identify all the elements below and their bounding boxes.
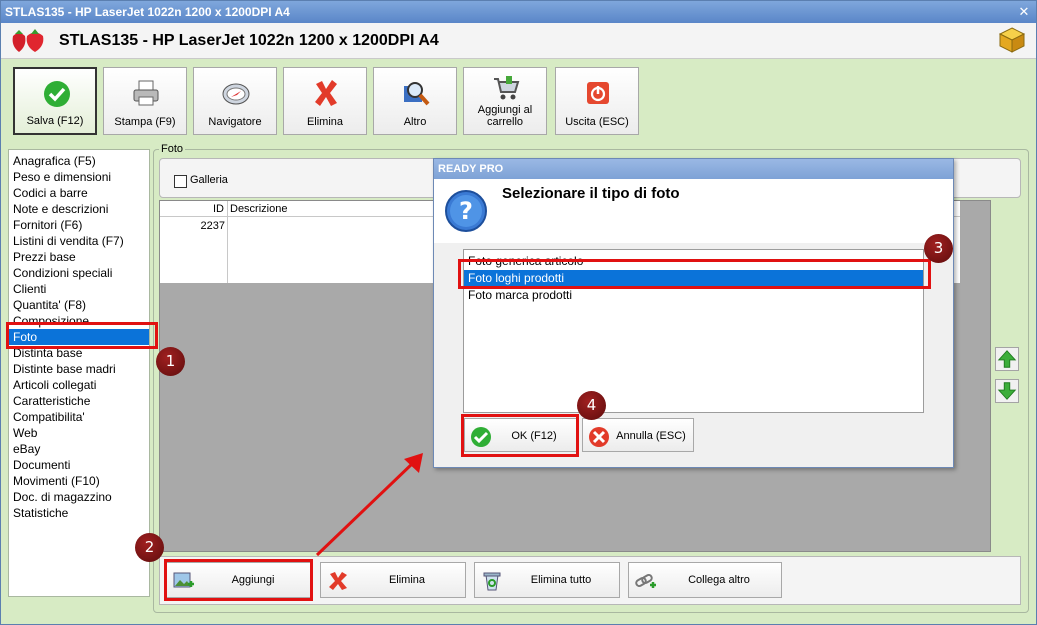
delete-all-label: Elimina tutto bbox=[530, 574, 592, 586]
question-icon: ? bbox=[445, 190, 487, 232]
bottom-toolbar: Aggiungi Elimina Elimina tutto Collega a… bbox=[159, 556, 1021, 605]
photo-type-list[interactable]: Foto generica articolo Foto loghi prodott… bbox=[463, 249, 924, 413]
sidebar-item[interactable]: Compatibilita' bbox=[9, 409, 149, 425]
sidebar-item[interactable]: Codici a barre bbox=[9, 185, 149, 201]
cancel-button[interactable]: Annulla (ESC) bbox=[582, 418, 694, 452]
image-add-icon bbox=[173, 572, 194, 588]
annotation-badge-3: 3 bbox=[924, 234, 953, 263]
red-x-icon bbox=[329, 572, 347, 590]
header: STLAS135 - HP LaserJet 1022n 1200 x 1200… bbox=[1, 23, 1036, 59]
sidebar-nav: Anagrafica (F5) Peso e dimensioni Codici a… bbox=[8, 149, 150, 597]
navigator-button[interactable]: Navigatore bbox=[193, 67, 277, 135]
list-item[interactable]: Foto marca prodotti bbox=[464, 287, 923, 304]
add-photo-label: Aggiungi bbox=[231, 574, 275, 586]
delete-photo-button[interactable]: Elimina bbox=[320, 562, 466, 598]
move-up-button[interactable] bbox=[995, 347, 1019, 371]
add-to-cart-label: Aggiungi al carrello bbox=[477, 104, 533, 128]
sidebar-item[interactable]: Foto bbox=[9, 329, 149, 345]
red-x-icon bbox=[315, 80, 337, 106]
recycle-bin-icon bbox=[483, 572, 501, 591]
delete-label: Elimina bbox=[306, 116, 344, 128]
sidebar-item[interactable]: eBay bbox=[9, 441, 149, 457]
galleria-label: Galleria bbox=[190, 174, 228, 186]
move-down-button[interactable] bbox=[995, 379, 1019, 403]
column-header-id[interactable]: ID bbox=[160, 201, 228, 283]
sidebar-item[interactable]: Caratteristiche bbox=[9, 393, 149, 409]
sidebar-item[interactable]: Anagrafica (F5) bbox=[9, 153, 149, 169]
arrow-up-icon bbox=[997, 350, 1017, 368]
list-item[interactable]: Foto loghi prodotti bbox=[464, 270, 923, 287]
sidebar-item[interactable]: Condizioni speciali bbox=[9, 265, 149, 281]
save-button[interactable]: Salva (F12) bbox=[13, 67, 97, 135]
cancel-icon bbox=[589, 427, 609, 447]
sidebar-item[interactable]: Web bbox=[9, 425, 149, 441]
ok-button[interactable]: OK (F12) bbox=[464, 418, 578, 452]
photo-type-dialog: READY PRO ? Selezionare il tipo di foto … bbox=[433, 158, 954, 468]
sidebar-item[interactable]: Distinte base madri bbox=[9, 361, 149, 377]
link-add-icon bbox=[635, 574, 656, 588]
delete-all-button[interactable]: Elimina tutto bbox=[474, 562, 620, 598]
sidebar-item[interactable]: Documenti bbox=[9, 457, 149, 473]
sidebar-item[interactable]: Statistiche bbox=[9, 505, 149, 521]
sidebar-item[interactable]: Prezzi base bbox=[9, 249, 149, 265]
annotation-badge-2: 2 bbox=[135, 533, 164, 562]
navigator-label: Navigatore bbox=[208, 116, 262, 128]
sidebar-item[interactable]: Composizione bbox=[9, 313, 149, 329]
sidebar-item[interactable]: Fornitori (F6) bbox=[9, 217, 149, 233]
cube-icon[interactable] bbox=[998, 26, 1026, 54]
link-other-button[interactable]: Collega altro bbox=[628, 562, 782, 598]
sidebar-item[interactable]: Quantita' (F8) bbox=[9, 297, 149, 313]
page-title: STLAS135 - HP LaserJet 1022n 1200 x 1200… bbox=[59, 32, 439, 49]
delete-button[interactable]: Elimina bbox=[283, 67, 367, 135]
sidebar-item[interactable]: Distinta base bbox=[9, 345, 149, 361]
annotation-badge-1: 1 bbox=[156, 347, 185, 376]
sidebar-item[interactable]: Articoli collegati bbox=[9, 377, 149, 393]
svg-text:?: ? bbox=[459, 197, 473, 225]
cart-icon bbox=[494, 76, 520, 100]
galleria-checkbox[interactable] bbox=[174, 175, 187, 188]
add-photo-button[interactable]: Aggiungi bbox=[166, 562, 312, 598]
column-header-description[interactable]: Descrizione bbox=[230, 201, 287, 217]
cell-id: 2237 bbox=[200, 220, 225, 232]
close-icon[interactable]: ✕ bbox=[1016, 4, 1032, 20]
exit-label: Uscita (ESC) bbox=[565, 116, 629, 128]
sidebar-item[interactable]: Clienti bbox=[9, 281, 149, 297]
dialog-message-area: ? Selezionare il tipo di foto bbox=[434, 179, 953, 243]
sidebar-item[interactable]: Listini di vendita (F7) bbox=[9, 233, 149, 249]
compass-icon bbox=[222, 83, 250, 105]
title-bar: STLAS135 - HP LaserJet 1022n 1200 x 1200… bbox=[1, 1, 1036, 23]
sidebar-item[interactable]: Movimenti (F10) bbox=[9, 473, 149, 489]
list-item[interactable]: Foto generica articolo bbox=[464, 253, 923, 270]
annotation-badge-4: 4 bbox=[577, 391, 606, 420]
sidebar-item[interactable]: Doc. di magazzino bbox=[9, 489, 149, 505]
save-label: Salva (F12) bbox=[26, 115, 84, 127]
print-label: Stampa (F9) bbox=[114, 116, 176, 128]
exit-button[interactable]: Uscita (ESC) bbox=[555, 67, 639, 135]
print-button[interactable]: Stampa (F9) bbox=[103, 67, 187, 135]
strawberry-logo-icon bbox=[12, 29, 44, 52]
printer-icon bbox=[133, 80, 159, 106]
cancel-label: Annulla (ESC) bbox=[616, 430, 686, 442]
power-icon bbox=[587, 82, 609, 104]
ok-label: OK (F12) bbox=[511, 430, 557, 442]
panel-legend: Foto bbox=[159, 143, 186, 155]
add-to-cart-button[interactable]: Aggiungi al carrello bbox=[463, 67, 547, 135]
delete-photo-label: Elimina bbox=[388, 574, 426, 586]
main-window: STLAS135 - HP LaserJet 1022n 1200 x 1200… bbox=[0, 0, 1037, 625]
check-icon bbox=[471, 427, 491, 447]
sidebar-item[interactable]: Note e descrizioni bbox=[9, 201, 149, 217]
other-button[interactable]: Altro bbox=[373, 67, 457, 135]
arrow-down-icon bbox=[997, 382, 1017, 400]
link-other-label: Collega altro bbox=[688, 574, 750, 586]
sidebar-item[interactable]: Peso e dimensioni bbox=[9, 169, 149, 185]
toolbar: Salva (F12) Stampa (F9) Navigatore Elimi… bbox=[1, 60, 1036, 142]
title-bar-text: STLAS135 - HP LaserJet 1022n 1200 x 1200… bbox=[5, 5, 290, 19]
other-label: Altro bbox=[403, 116, 427, 128]
dialog-title: READY PRO bbox=[434, 159, 953, 179]
check-icon bbox=[44, 81, 70, 107]
magnifier-book-icon bbox=[404, 82, 430, 106]
dialog-message: Selezionare il tipo di foto bbox=[502, 185, 680, 202]
